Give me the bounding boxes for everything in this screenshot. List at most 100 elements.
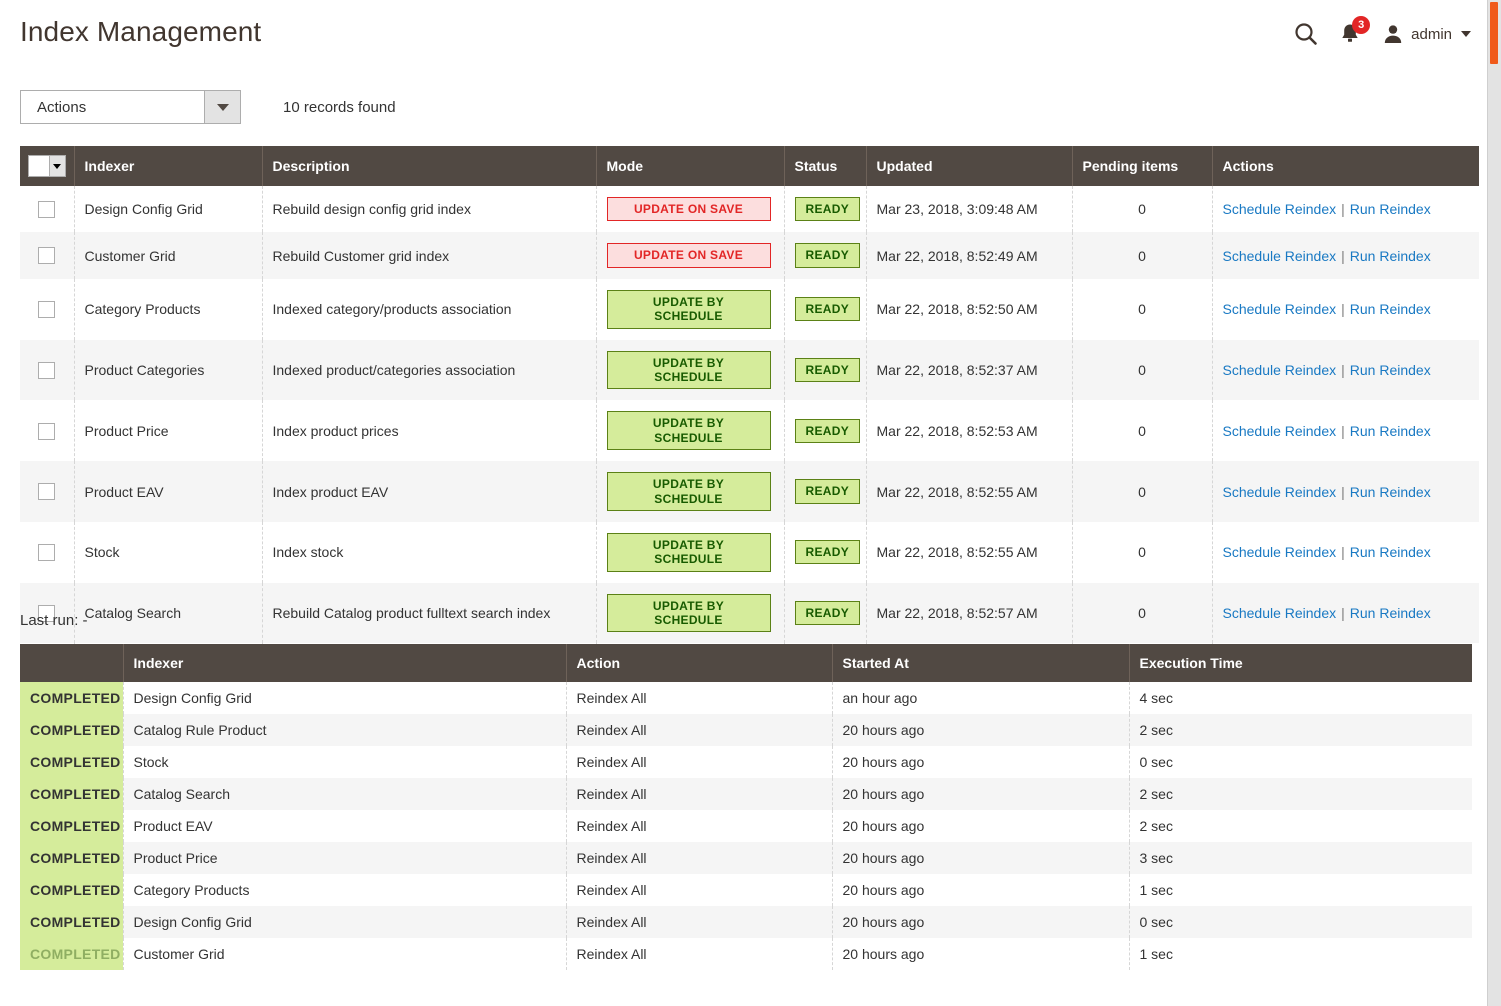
row-checkbox-cell [20,340,74,401]
schedule-reindex-link[interactable]: Schedule Reindex [1223,248,1337,264]
select-all-checkbox[interactable] [29,156,49,176]
cell-process-execution-time: 4 sec [1129,682,1472,714]
chevron-down-icon [53,164,61,169]
table-row: Product CategoriesIndexed product/catego… [20,340,1479,401]
row-checkbox-cell [20,279,74,340]
cell-process-indexer: Product Price [123,842,566,874]
cell-process-started-at: 20 hours ago [832,810,1129,842]
column-header-mode[interactable]: Mode [596,146,784,186]
actions-dropdown[interactable]: Actions [20,90,241,124]
cell-indexer: Stock [74,522,262,583]
column-header-status[interactable]: Status [784,146,866,186]
cell-process-started-at: 20 hours ago [832,874,1129,906]
status-badge: READY [795,197,861,221]
column-header-updated[interactable]: Updated [866,146,1072,186]
row-checkbox[interactable] [38,201,55,218]
select-all-dropdown[interactable] [49,156,65,176]
page-scrollbar-thumb[interactable] [1490,2,1498,64]
cell-process-execution-time: 0 sec [1129,746,1472,778]
action-separator: | [1341,362,1345,378]
cell-indexer: Product Price [74,400,262,461]
cell-updated: Mar 22, 2018, 8:52:57 AM [866,583,1072,644]
cell-mode: UPDATE BY SCHEDULE [596,522,784,583]
column-header-process-started-at: Started At [832,644,1129,682]
schedule-reindex-link[interactable]: Schedule Reindex [1223,423,1337,439]
run-reindex-link[interactable]: Run Reindex [1350,362,1431,378]
column-header-description[interactable]: Description [262,146,596,186]
cell-description: Index stock [262,522,596,583]
last-run-label: Last run: - [20,612,88,629]
cell-description: Index product EAV [262,461,596,522]
row-checkbox[interactable] [38,483,55,500]
row-checkbox[interactable] [38,362,55,379]
schedule-reindex-link[interactable]: Schedule Reindex [1223,605,1337,621]
notifications-button[interactable]: 3 [1328,16,1372,52]
mode-badge: UPDATE BY SCHEDULE [607,290,771,329]
cell-process-indexer: Design Config Grid [123,906,566,938]
cell-process-execution-time: 3 sec [1129,842,1472,874]
cell-process-action: Reindex All [566,842,832,874]
cell-process-execution-time: 1 sec [1129,874,1472,906]
cell-process-started-at: 20 hours ago [832,842,1129,874]
cell-status: READY [784,461,866,522]
table-row: COMPLETEDDesign Config GridReindex All20… [20,906,1472,938]
run-reindex-link[interactable]: Run Reindex [1350,201,1431,217]
process-status-badge: COMPLETED [20,778,123,810]
cell-indexer: Catalog Search [74,583,262,644]
cell-actions: Schedule Reindex|Run Reindex [1212,186,1479,232]
schedule-reindex-link[interactable]: Schedule Reindex [1223,362,1337,378]
cell-status: READY [784,232,866,278]
cell-process-action: Reindex All [566,746,832,778]
row-checkbox-cell [20,232,74,278]
mode-badge: UPDATE ON SAVE [607,243,771,267]
cell-process-indexer: Design Config Grid [123,682,566,714]
search-icon[interactable] [1284,16,1328,52]
page-scrollbar[interactable] [1487,0,1501,1006]
cell-updated: Mar 22, 2018, 8:52:49 AM [866,232,1072,278]
cell-process-started-at: 20 hours ago [832,938,1129,970]
header-actions: 3 admin [1284,16,1471,52]
cell-updated: Mar 22, 2018, 8:52:50 AM [866,279,1072,340]
cell-process-started-at: an hour ago [832,682,1129,714]
table-row: Design Config GridRebuild design config … [20,186,1479,232]
row-checkbox[interactable] [38,247,55,264]
row-checkbox[interactable] [38,423,55,440]
column-header-pending-items[interactable]: Pending items [1072,146,1212,186]
admin-user-name: admin [1411,26,1452,43]
cell-indexer: Design Config Grid [74,186,262,232]
cell-indexer: Category Products [74,279,262,340]
schedule-reindex-link[interactable]: Schedule Reindex [1223,301,1337,317]
cell-status: READY [784,400,866,461]
row-checkbox[interactable] [38,301,55,318]
process-status-badge: COMPLETED [20,810,123,842]
cell-process-indexer: Category Products [123,874,566,906]
select-all-column-header[interactable] [20,146,74,186]
cell-updated: Mar 22, 2018, 8:52:55 AM [866,461,1072,522]
processes-grid: Indexer Action Started At Execution Time… [20,644,1479,1006]
grid-header-row: Indexer Description Mode Status Updated … [20,146,1479,186]
cell-pending-items: 0 [1072,522,1212,583]
run-reindex-link[interactable]: Run Reindex [1350,423,1431,439]
column-header-indexer[interactable]: Indexer [74,146,262,186]
page-header: Index Management 3 ad [0,0,1489,72]
schedule-reindex-link[interactable]: Schedule Reindex [1223,544,1337,560]
status-badge: READY [795,479,861,503]
run-reindex-link[interactable]: Run Reindex [1350,484,1431,500]
run-reindex-link[interactable]: Run Reindex [1350,301,1431,317]
cell-mode: UPDATE ON SAVE [596,186,784,232]
cell-process-indexer: Customer Grid [123,938,566,970]
schedule-reindex-link[interactable]: Schedule Reindex [1223,484,1337,500]
schedule-reindex-link[interactable]: Schedule Reindex [1223,201,1337,217]
run-reindex-link[interactable]: Run Reindex [1350,544,1431,560]
process-status-badge: COMPLETED [20,874,123,906]
row-checkbox[interactable] [38,544,55,561]
cell-process-indexer: Stock [123,746,566,778]
run-reindex-link[interactable]: Run Reindex [1350,248,1431,264]
cell-actions: Schedule Reindex|Run Reindex [1212,279,1479,340]
run-reindex-link[interactable]: Run Reindex [1350,605,1431,621]
cell-process-action: Reindex All [566,714,832,746]
admin-user-menu[interactable]: admin [1382,23,1471,45]
status-badge: READY [795,601,861,625]
select-all-control[interactable] [28,155,66,177]
table-row: Catalog SearchRebuild Catalog product fu… [20,583,1479,644]
